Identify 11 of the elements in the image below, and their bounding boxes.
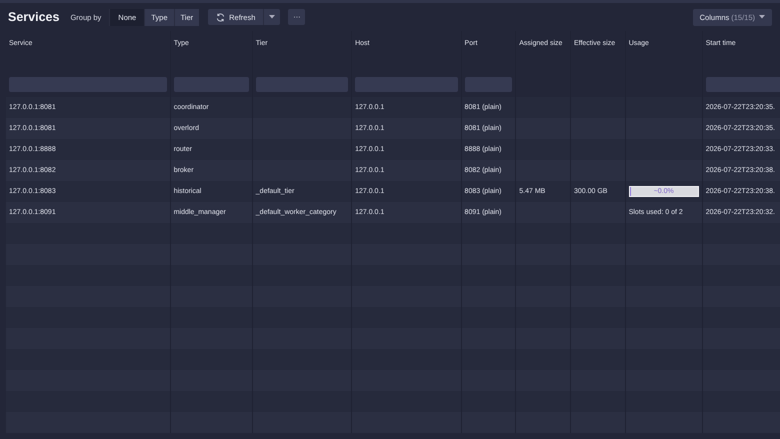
filter-field[interactable] xyxy=(706,77,780,92)
filter-field[interactable] xyxy=(9,77,167,92)
refresh-icon xyxy=(216,12,226,22)
filter-field[interactable] xyxy=(355,77,458,92)
filter-field[interactable] xyxy=(464,77,512,92)
caret-icon xyxy=(759,15,765,19)
dropdown-button[interactable] xyxy=(263,9,280,25)
filter-field[interactable] xyxy=(174,77,249,92)
filter-field[interactable] xyxy=(256,77,348,92)
caret-icon xyxy=(269,15,276,19)
page-title: Services xyxy=(8,10,60,24)
